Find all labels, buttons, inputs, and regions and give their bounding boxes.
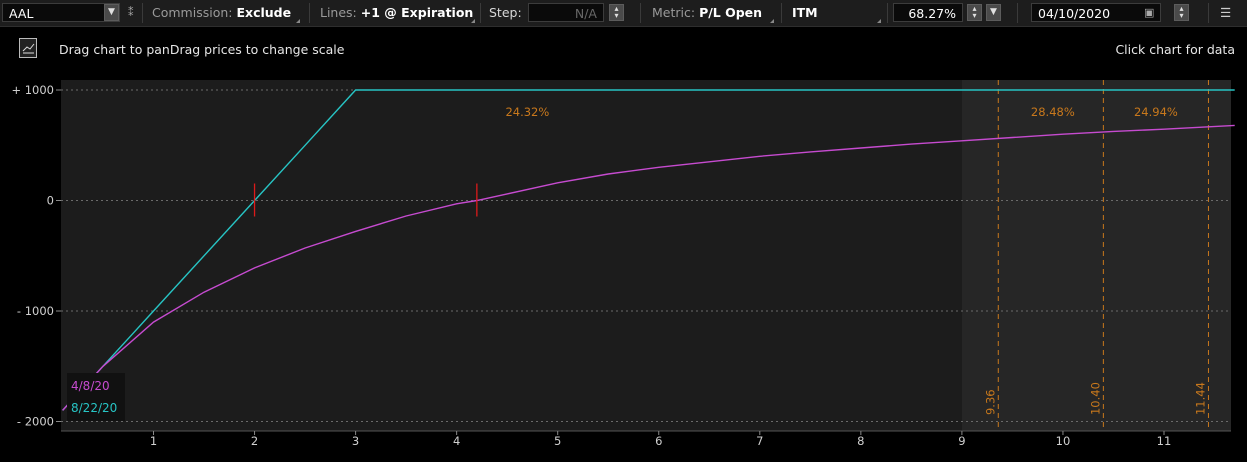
- x-tick-label: 5: [554, 434, 561, 448]
- x-tick-label: 1: [150, 434, 157, 448]
- x-tick-label: 3: [352, 434, 359, 448]
- probability-zone-label: 28.48%: [1031, 105, 1075, 119]
- x-axis: 1 2 3 4 5 6 7 8 9 10 11: [61, 430, 1231, 448]
- x-tick-label: 9: [958, 434, 965, 448]
- y-tick-label: 0: [47, 194, 54, 208]
- legend-entry: 8/22/20: [71, 401, 117, 415]
- probability-line-label: 9.36: [983, 389, 997, 415]
- x-tick-label: 6: [655, 434, 662, 448]
- x-tick-label: 10: [1056, 434, 1071, 448]
- y-tick-label: - 2000: [17, 415, 54, 429]
- legend-entry: 4/8/20: [71, 379, 110, 393]
- y-tick-label: + 1000: [11, 83, 54, 97]
- probability-line-label: 11.44: [1193, 382, 1207, 415]
- x-tick-label: 2: [251, 434, 258, 448]
- probability-zone-label: 24.32%: [505, 105, 549, 119]
- probability-zone-label: 24.94%: [1134, 105, 1178, 119]
- probability-line-label: 10.40: [1088, 382, 1102, 415]
- y-axis: + 1000 0 - 1000 - 2000: [11, 83, 61, 429]
- x-tick-label: 7: [756, 434, 763, 448]
- x-tick-label: 4: [453, 434, 460, 448]
- pl-chart[interactable]: + 1000 0 - 1000 - 2000 1 2 3 4 5 6 7 8 9 10 11 9.36 10…: [0, 0, 1247, 462]
- y-tick-label: - 1000: [17, 304, 54, 318]
- x-tick-label: 11: [1157, 434, 1172, 448]
- chart-legend: 4/8/20 8/22/20: [67, 373, 125, 421]
- x-tick-label: 8: [857, 434, 864, 448]
